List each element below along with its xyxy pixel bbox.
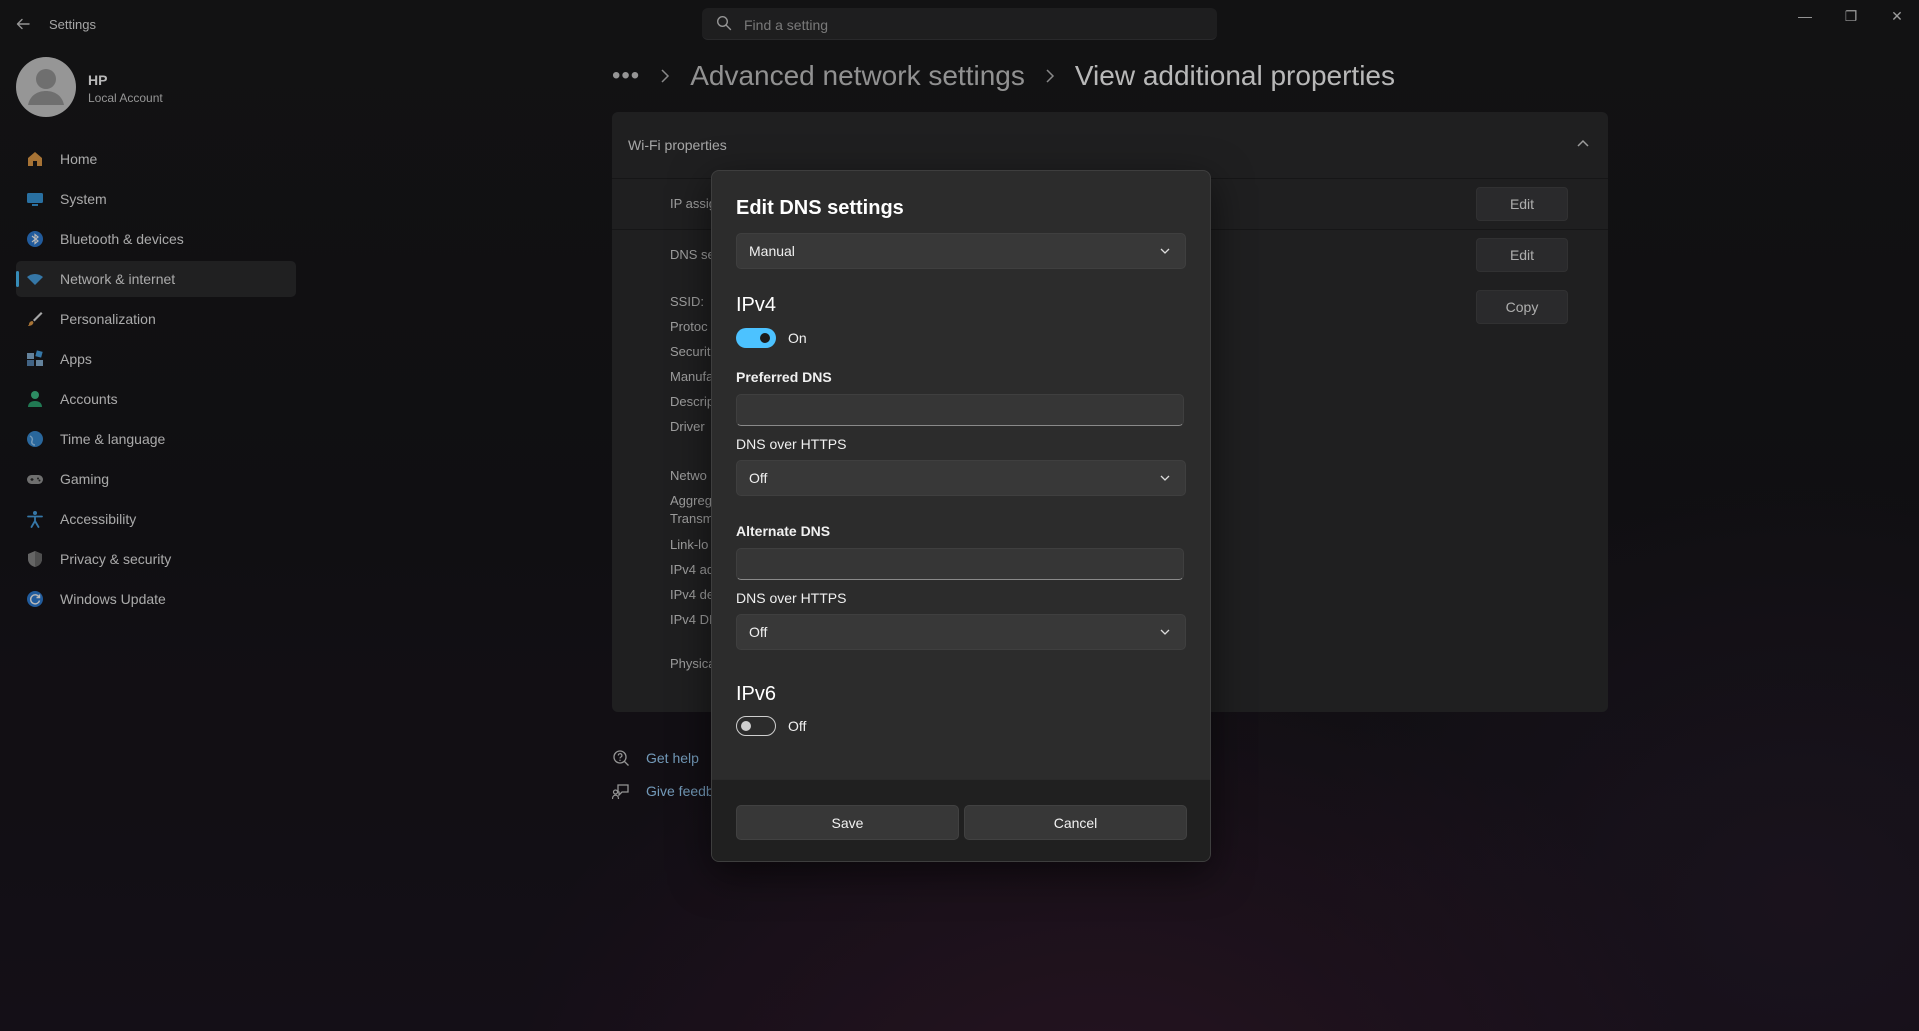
save-button[interactable]: Save bbox=[736, 805, 959, 840]
dns-mode-select[interactable]: Manual bbox=[736, 233, 1186, 269]
select-value: Manual bbox=[749, 243, 795, 259]
preferred-dns-input[interactable] bbox=[736, 394, 1184, 426]
edit-dns-dialog: Edit DNS settings Manual IPv4 On Preferr… bbox=[711, 170, 1211, 862]
dialog-title: Edit DNS settings bbox=[736, 197, 904, 219]
dialog-footer: Save Cancel bbox=[712, 779, 1210, 861]
ipv6-toggle[interactable] bbox=[736, 716, 776, 736]
alternate-dns-input[interactable] bbox=[736, 548, 1184, 580]
cancel-button[interactable]: Cancel bbox=[964, 805, 1187, 840]
chevron-down-icon bbox=[1160, 248, 1170, 254]
toggle-knob bbox=[760, 333, 770, 343]
preferred-dns-label: Preferred DNS bbox=[736, 369, 832, 385]
chevron-down-icon bbox=[1160, 629, 1170, 635]
ipv4-heading: IPv4 bbox=[736, 294, 777, 316]
ipv6-toggle-label: Off bbox=[788, 718, 807, 734]
doh-alternate-select[interactable]: Off bbox=[736, 614, 1186, 650]
doh-preferred-select[interactable]: Off bbox=[736, 460, 1186, 496]
doh-alternate-label: DNS over HTTPS bbox=[736, 590, 847, 606]
ipv4-toggle[interactable] bbox=[736, 328, 776, 348]
ipv4-toggle-label: On bbox=[788, 330, 807, 346]
select-value: Off bbox=[749, 624, 768, 640]
doh-preferred-label: DNS over HTTPS bbox=[736, 436, 847, 452]
chevron-down-icon bbox=[1160, 475, 1170, 481]
alternate-dns-label: Alternate DNS bbox=[736, 523, 831, 539]
toggle-knob bbox=[741, 721, 751, 731]
select-value: Off bbox=[749, 470, 768, 486]
ipv6-heading: IPv6 bbox=[736, 683, 777, 705]
